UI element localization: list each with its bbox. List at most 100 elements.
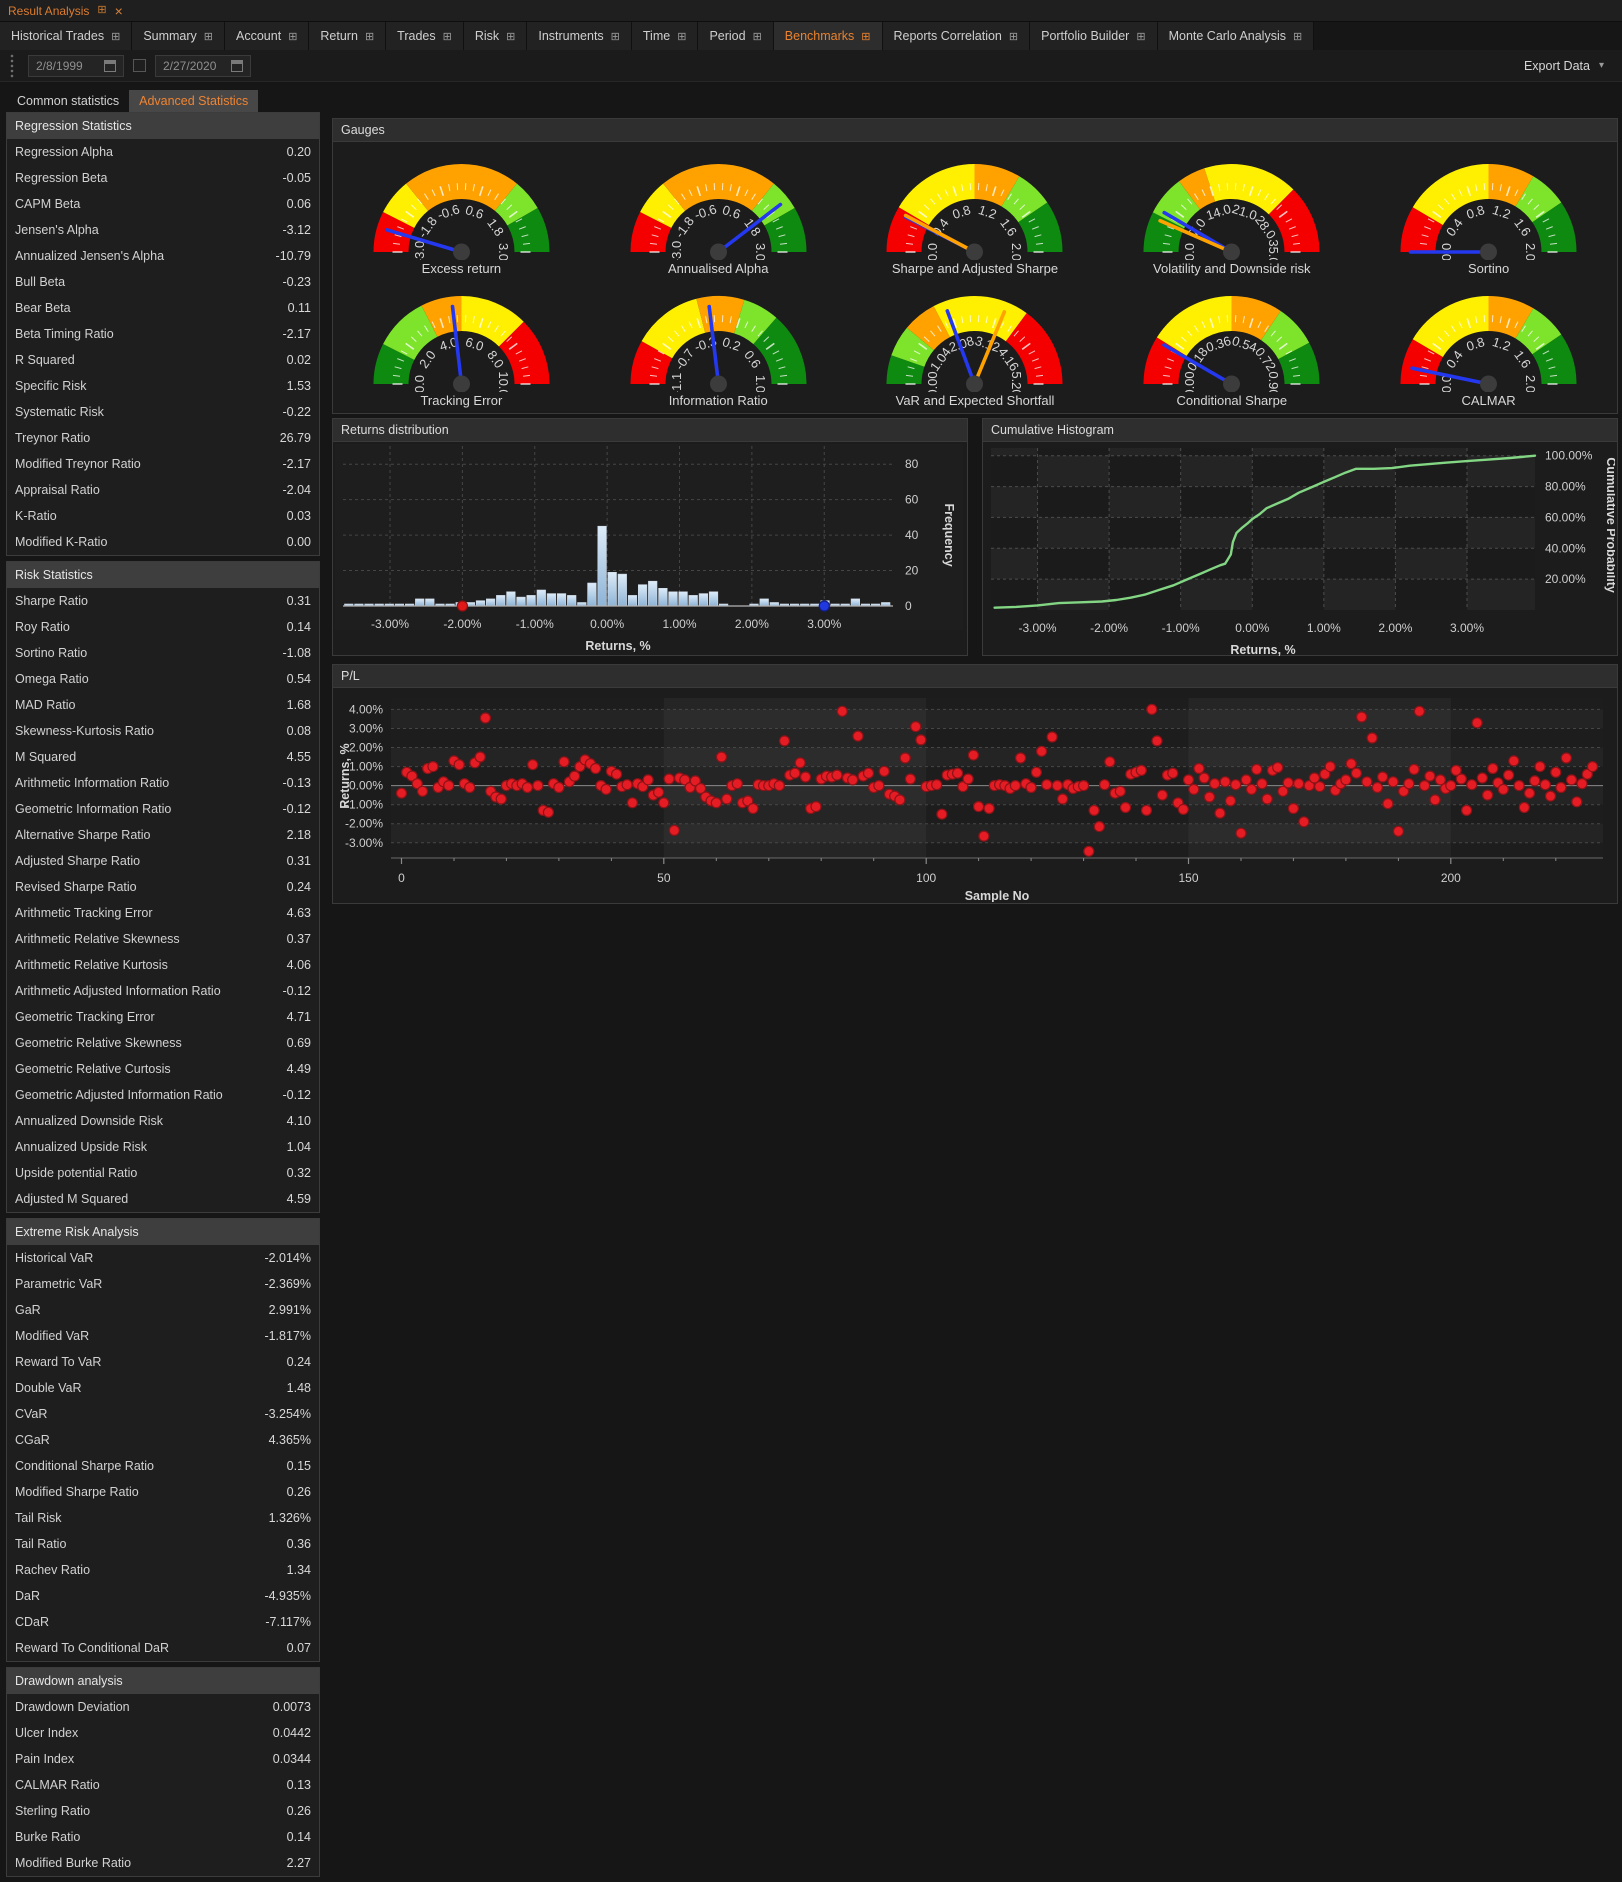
date-range-checkbox[interactable] — [133, 59, 146, 72]
stats-row-adjusted-sharpe-ratio[interactable]: Adjusted Sharpe Ratio0.31 — [7, 848, 319, 874]
stats-row-specific-risk[interactable]: Specific Risk1.53 — [7, 373, 319, 399]
tab-historical-trades[interactable]: Historical Trades⊞ — [0, 22, 132, 50]
gauge-hub — [453, 244, 470, 261]
stats-row-arithmetic-relative-kurtosis[interactable]: Arithmetic Relative Kurtosis4.06 — [7, 952, 319, 978]
stats-row-historical-var[interactable]: Historical VaR-2.014% — [7, 1245, 319, 1271]
stats-row-double-var[interactable]: Double VaR1.48 — [7, 1375, 319, 1401]
stats-row-ulcer-index[interactable]: Ulcer Index0.0442 — [7, 1720, 319, 1746]
tab-reports-correlation[interactable]: Reports Correlation⊞ — [883, 22, 1031, 50]
stats-row-r-squared[interactable]: R Squared0.02 — [7, 347, 319, 373]
subtab-advanced-statistics[interactable]: Advanced Statistics — [129, 90, 258, 112]
tab-benchmarks[interactable]: Benchmarks⊞ — [774, 22, 883, 50]
stats-row-modified-sharpe-ratio[interactable]: Modified Sharpe Ratio0.26 — [7, 1479, 319, 1505]
stats-row-beta-timing-ratio[interactable]: Beta Timing Ratio-2.17 — [7, 321, 319, 347]
stats-row-arithmetic-tracking-error[interactable]: Arithmetic Tracking Error4.63 — [7, 900, 319, 926]
tab-summary[interactable]: Summary⊞ — [132, 22, 225, 50]
stats-row-reward-to-var[interactable]: Reward To VaR0.24 — [7, 1349, 319, 1375]
date-from-value: 2/8/1999 — [36, 59, 83, 73]
stats-row-pain-index[interactable]: Pain Index0.0344 — [7, 1746, 319, 1772]
stats-row-skewness-kurtosis-ratio[interactable]: Skewness-Kurtosis Ratio0.08 — [7, 718, 319, 744]
stats-row-parametric-var[interactable]: Parametric VaR-2.369% — [7, 1271, 319, 1297]
stats-row-capm-beta[interactable]: CAPM Beta0.06 — [7, 191, 319, 217]
date-to-field[interactable]: 2/27/2020 — [155, 55, 251, 77]
stats-row-appraisal-ratio[interactable]: Appraisal Ratio-2.04 — [7, 477, 319, 503]
tab-account[interactable]: Account⊞ — [225, 22, 309, 50]
stats-row-jensen-s-alpha[interactable]: Jensen's Alpha-3.12 — [7, 217, 319, 243]
stats-row-geometric-adjusted-information-ratio[interactable]: Geometric Adjusted Information Ratio-0.1… — [7, 1082, 319, 1108]
stats-row-mad-ratio[interactable]: MAD Ratio1.68 — [7, 692, 319, 718]
stats-row-bull-beta[interactable]: Bull Beta-0.23 — [7, 269, 319, 295]
stats-row-bear-beta[interactable]: Bear Beta0.11 — [7, 295, 319, 321]
stat-value: 0.0442 — [273, 1726, 311, 1740]
stats-row-cvar[interactable]: CVaR-3.254% — [7, 1401, 319, 1427]
stats-row-cgar[interactable]: CGaR4.365% — [7, 1427, 319, 1453]
scatter-point — [1199, 773, 1209, 783]
stats-row-arithmetic-relative-skewness[interactable]: Arithmetic Relative Skewness0.37 — [7, 926, 319, 952]
tab-instruments[interactable]: Instruments⊞ — [527, 22, 632, 50]
checker-cell — [1109, 548, 1181, 579]
stats-row-arithmetic-information-ratio[interactable]: Arithmetic Information Ratio-0.13 — [7, 770, 319, 796]
calendar-icon[interactable] — [104, 60, 116, 72]
scatter-point — [1477, 773, 1487, 783]
tab-portfolio-builder[interactable]: Portfolio Builder⊞ — [1030, 22, 1157, 50]
scatter-point — [932, 780, 942, 790]
stats-row-k-ratio[interactable]: K-Ratio0.03 — [7, 503, 319, 529]
stats-row-revised-sharpe-ratio[interactable]: Revised Sharpe Ratio0.24 — [7, 874, 319, 900]
stats-row-systematic-risk[interactable]: Systematic Risk-0.22 — [7, 399, 319, 425]
stats-row-adjusted-m-squared[interactable]: Adjusted M Squared4.59 — [7, 1186, 319, 1212]
stats-row-rachev-ratio[interactable]: Rachev Ratio1.34 — [7, 1557, 319, 1583]
stats-row-geometric-relative-skewness[interactable]: Geometric Relative Skewness0.69 — [7, 1030, 319, 1056]
stats-row-treynor-ratio[interactable]: Treynor Ratio26.79 — [7, 425, 319, 451]
stats-row-omega-ratio[interactable]: Omega Ratio0.54 — [7, 666, 319, 692]
stats-row-cdar[interactable]: CDaR-7.117% — [7, 1609, 319, 1635]
stats-row-sortino-ratio[interactable]: Sortino Ratio-1.08 — [7, 640, 319, 666]
stats-row-modified-burke-ratio[interactable]: Modified Burke Ratio2.27 — [7, 1850, 319, 1876]
stats-section-header: Regression Statistics — [7, 113, 319, 139]
stats-row-annualized-upside-risk[interactable]: Annualized Upside Risk1.04 — [7, 1134, 319, 1160]
stats-row-regression-alpha[interactable]: Regression Alpha0.20 — [7, 139, 319, 165]
stats-row-gar[interactable]: GaR2.991% — [7, 1297, 319, 1323]
stats-row-regression-beta[interactable]: Regression Beta-0.05 — [7, 165, 319, 191]
stats-row-arithmetic-adjusted-information-ratio[interactable]: Arithmetic Adjusted Information Ratio-0.… — [7, 978, 319, 1004]
tab-monte-carlo-analysis[interactable]: Monte Carlo Analysis⊞ — [1158, 22, 1315, 50]
date-from-field[interactable]: 2/8/1999 — [28, 55, 124, 77]
stat-label: Sortino Ratio — [15, 646, 87, 660]
stats-row-tail-risk[interactable]: Tail Risk1.326% — [7, 1505, 319, 1531]
tab-return[interactable]: Return⊞ — [309, 22, 386, 50]
stats-row-dar[interactable]: DaR-4.935% — [7, 1583, 319, 1609]
stats-row-modified-treynor-ratio[interactable]: Modified Treynor Ratio-2.17 — [7, 451, 319, 477]
checker-cell — [1467, 548, 1535, 579]
tab-risk[interactable]: Risk⊞ — [464, 22, 528, 50]
stats-row-m-squared[interactable]: M Squared4.55 — [7, 744, 319, 770]
stats-row-annualized-jensen-s-alpha[interactable]: Annualized Jensen's Alpha-10.79 — [7, 243, 319, 269]
stats-row-alternative-sharpe-ratio[interactable]: Alternative Sharpe Ratio2.18 — [7, 822, 319, 848]
stats-row-geometric-information-ratio[interactable]: Geometric Information Ratio-0.12 — [7, 796, 319, 822]
stats-row-geometric-relative-curtosis[interactable]: Geometric Relative Curtosis4.49 — [7, 1056, 319, 1082]
stats-row-burke-ratio[interactable]: Burke Ratio0.14 — [7, 1824, 319, 1850]
gauge-tick-label: 1.2 — [1491, 334, 1513, 354]
tab-period[interactable]: Period⊞ — [698, 22, 773, 50]
stats-row-geometric-tracking-error[interactable]: Geometric Tracking Error4.71 — [7, 1004, 319, 1030]
stats-row-upside-potential-ratio[interactable]: Upside potential Ratio0.32 — [7, 1160, 319, 1186]
stats-row-drawdown-deviation[interactable]: Drawdown Deviation0.0073 — [7, 1694, 319, 1720]
stats-row-calmar-ratio[interactable]: CALMAR Ratio0.13 — [7, 1772, 319, 1798]
stats-row-reward-to-conditional-dar[interactable]: Reward To Conditional DaR0.07 — [7, 1635, 319, 1661]
close-icon[interactable]: × — [115, 4, 123, 18]
tab-trades[interactable]: Trades⊞ — [386, 22, 464, 50]
toolbar-grip[interactable] — [10, 54, 15, 78]
stats-row-sharpe-ratio[interactable]: Sharpe Ratio0.31 — [7, 588, 319, 614]
stats-row-conditional-sharpe-ratio[interactable]: Conditional Sharpe Ratio0.15 — [7, 1453, 319, 1479]
stats-row-annualized-downside-risk[interactable]: Annualized Downside Risk4.10 — [7, 1108, 319, 1134]
stats-row-modified-var[interactable]: Modified VaR-1.817% — [7, 1323, 319, 1349]
stats-row-roy-ratio[interactable]: Roy Ratio0.14 — [7, 614, 319, 640]
subtab-common-statistics[interactable]: Common statistics — [7, 90, 129, 112]
calendar-icon[interactable] — [231, 60, 243, 72]
stats-row-sterling-ratio[interactable]: Sterling Ratio0.26 — [7, 1798, 319, 1824]
tab-time[interactable]: Time⊞ — [632, 22, 699, 50]
export-data-button[interactable]: Export Data ▾ — [1524, 59, 1612, 73]
stats-row-modified-k-ratio[interactable]: Modified K-Ratio0.00 — [7, 529, 319, 555]
scatter-point — [1556, 783, 1566, 793]
stats-row-tail-ratio[interactable]: Tail Ratio0.36 — [7, 1531, 319, 1557]
tab-window-icon: ⊞ — [1009, 30, 1018, 43]
stat-value: 0.0073 — [273, 1700, 311, 1714]
